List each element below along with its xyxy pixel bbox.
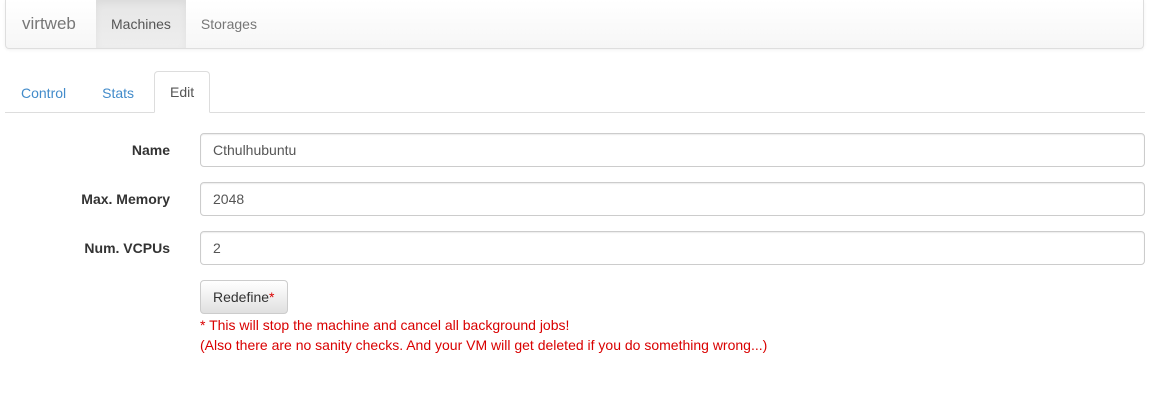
name-label: Name bbox=[131, 142, 170, 158]
nav-item-storages[interactable]: Storages bbox=[186, 0, 272, 48]
tab-control[interactable]: Control bbox=[5, 72, 82, 113]
warning-text-stop: * This will stop the machine and cancel … bbox=[200, 317, 570, 333]
tab-bar: Control Stats Edit bbox=[5, 71, 1145, 113]
navbar: virtweb Machines Storages bbox=[5, 0, 1144, 49]
required-marker: * bbox=[269, 289, 275, 305]
max-memory-label: Max. Memory bbox=[81, 191, 170, 207]
name-input[interactable] bbox=[200, 133, 1145, 167]
max-memory-input[interactable] bbox=[200, 182, 1145, 216]
page: virtweb Machines Storages Control Stats … bbox=[0, 0, 1156, 400]
name-row: Name bbox=[0, 133, 1156, 167]
tab-stats[interactable]: Stats bbox=[86, 72, 150, 113]
num-vcpus-input[interactable] bbox=[200, 231, 1145, 265]
num-vcpus-label: Num. VCPUs bbox=[84, 240, 170, 256]
warning-text-sanity: (Also there are no sanity checks. And yo… bbox=[200, 337, 768, 353]
redefine-button-label: Redefine bbox=[213, 289, 270, 305]
nav-item-machines[interactable]: Machines bbox=[96, 0, 186, 48]
redefine-button[interactable]: Redefine * bbox=[200, 280, 288, 314]
num-vcpus-row: Num. VCPUs bbox=[0, 231, 1156, 265]
brand-link[interactable]: virtweb bbox=[6, 0, 96, 48]
max-memory-row: Max. Memory bbox=[0, 182, 1156, 216]
tab-edit[interactable]: Edit bbox=[154, 71, 211, 113]
